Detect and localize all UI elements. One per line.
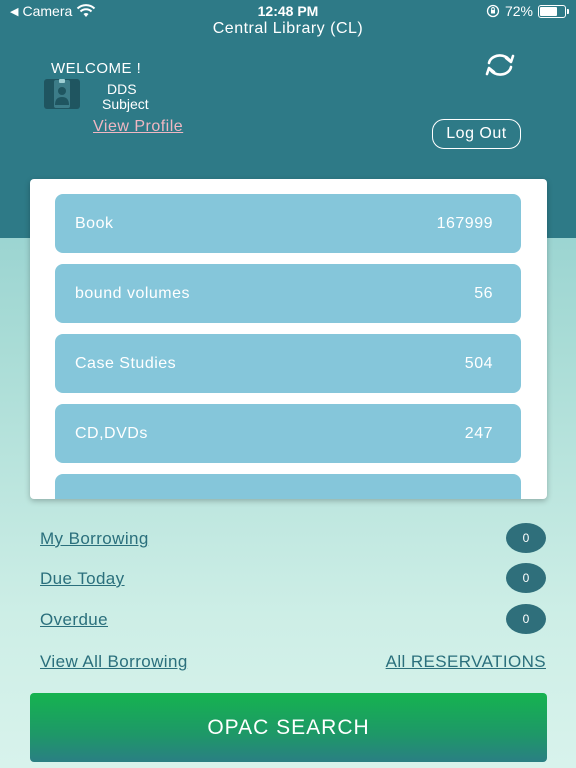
avatar [44, 79, 80, 109]
refresh-icon [485, 54, 515, 76]
opac-search-button[interactable]: OPAC SEARCH [30, 693, 547, 762]
category-label: Case Studies [75, 354, 177, 372]
page-title: Central Library (CL) [212, 20, 364, 37]
category-item-partial[interactable] [55, 474, 521, 499]
category-item-book[interactable]: Book 167999 [55, 194, 521, 253]
category-item-cd-dvds[interactable]: CD,DVDs 247 [55, 404, 521, 463]
category-label: Book [75, 214, 114, 232]
category-label: bound volumes [75, 284, 191, 302]
category-item-case-studies[interactable]: Case Studies 504 [55, 334, 521, 393]
category-card: Book 167999 bound volumes 56 Case Studie… [30, 179, 547, 499]
orientation-lock-icon [486, 4, 500, 18]
due-today-link[interactable]: Due Today [40, 569, 125, 589]
status-bar: ◀ Camera 12:48 PM 72% [0, 0, 576, 22]
user-name-line1: DDS [107, 81, 137, 97]
user-name-line2: Subject [102, 96, 149, 112]
due-today-count-badge: 0 [506, 563, 546, 593]
my-borrowing-count-badge: 0 [506, 523, 546, 553]
category-count: 56 [474, 284, 493, 302]
welcome-text: WELCOME ! [51, 60, 142, 77]
category-label: CD,DVDs [75, 424, 148, 442]
view-all-row: View All Borrowing All RESERVATIONS [40, 646, 546, 680]
all-reservations-link[interactable]: All RESERVATIONS [386, 652, 546, 672]
category-list: Book 167999 bound volumes 56 Case Studie… [55, 194, 521, 499]
user-badge-icon [54, 79, 70, 108]
overdue-link[interactable]: Overdue [40, 610, 108, 630]
overdue-row: Overdue 0 [40, 604, 546, 638]
category-count: 167999 [436, 214, 493, 232]
view-profile-link[interactable]: View Profile [93, 118, 183, 136]
view-all-borrowing-link[interactable]: View All Borrowing [40, 652, 188, 672]
status-right: 72% [486, 3, 569, 19]
battery-icon [538, 4, 569, 18]
category-count: 247 [464, 424, 493, 442]
my-borrowing-link[interactable]: My Borrowing [40, 529, 149, 549]
my-borrowing-row: My Borrowing 0 [40, 523, 546, 557]
refresh-button[interactable] [484, 52, 516, 78]
overdue-count-badge: 0 [506, 604, 546, 634]
category-count: 504 [464, 354, 493, 372]
logout-button[interactable]: Log Out [432, 119, 521, 149]
category-item-bound-volumes[interactable]: bound volumes 56 [55, 264, 521, 323]
battery-percent: 72% [504, 3, 533, 19]
due-today-row: Due Today 0 [40, 563, 546, 597]
battery-fill [540, 6, 558, 16]
